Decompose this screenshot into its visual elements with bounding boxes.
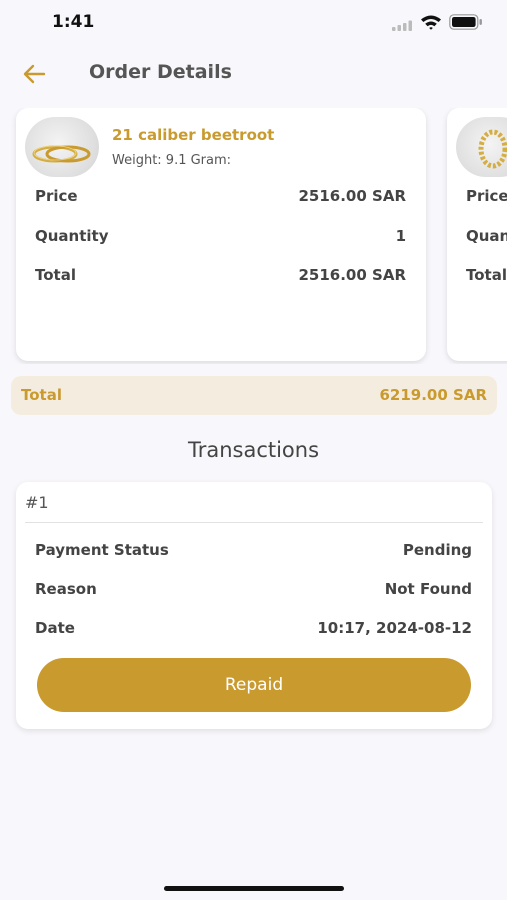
- arrow-left-icon: [23, 64, 46, 84]
- price-label: Price: [35, 187, 78, 205]
- header: Order Details: [0, 52, 507, 96]
- reason-value: Not Found: [384, 580, 472, 598]
- status-bar: 1:41: [0, 0, 507, 46]
- date-label: Date: [35, 619, 75, 637]
- home-indicator[interactable]: [164, 886, 344, 891]
- quantity-value: 1: [395, 227, 406, 245]
- price-label: Price: [466, 187, 507, 205]
- date-value: 10:17, 2024-08-12: [317, 619, 472, 637]
- total-label: Total: [466, 266, 507, 284]
- quantity-label: Quantity: [35, 227, 109, 245]
- signal-icon: [392, 20, 412, 31]
- quantity-label: Quantity: [466, 227, 507, 245]
- product-weight: Weight: 9.1 Gram:: [112, 153, 232, 168]
- back-button[interactable]: [20, 60, 50, 88]
- bangle-image: [32, 145, 91, 163]
- product-carousel[interactable]: 21 caliber beetroot Weight: 9.1 Gram: Pr…: [0, 108, 507, 364]
- battery-icon: [449, 14, 482, 30]
- page-title: Order Details: [89, 61, 232, 83]
- order-total-label: Total: [21, 386, 62, 404]
- product-image: [456, 117, 507, 177]
- total-value: 2516.00 SAR: [298, 266, 406, 284]
- order-total-bar: Total 6219.00 SAR: [11, 376, 497, 415]
- price-value: 2516.00 SAR: [298, 187, 406, 205]
- payment-status-label: Payment Status: [35, 541, 169, 559]
- transactions-title: Transactions: [187, 438, 320, 462]
- product-card[interactable]: Price Quantity Total: [447, 108, 507, 361]
- payment-status-value: Pending: [402, 541, 472, 559]
- transaction-card: #1 Payment Status Pending Reason Not Fou…: [16, 482, 492, 729]
- transaction-number: #1: [25, 493, 49, 512]
- wifi-icon: [421, 15, 441, 30]
- product-card[interactable]: 21 caliber beetroot Weight: 9.1 Gram: Pr…: [16, 108, 426, 361]
- status-time: 1:41: [52, 12, 95, 32]
- product-name: 21 caliber beetroot: [112, 126, 275, 144]
- order-total-value: 6219.00 SAR: [379, 386, 487, 404]
- repaid-button[interactable]: Repaid: [37, 658, 471, 712]
- bangle-image: [478, 129, 507, 169]
- divider: [25, 522, 483, 523]
- reason-label: Reason: [35, 580, 97, 598]
- product-image: [25, 117, 99, 177]
- total-label: Total: [35, 266, 76, 284]
